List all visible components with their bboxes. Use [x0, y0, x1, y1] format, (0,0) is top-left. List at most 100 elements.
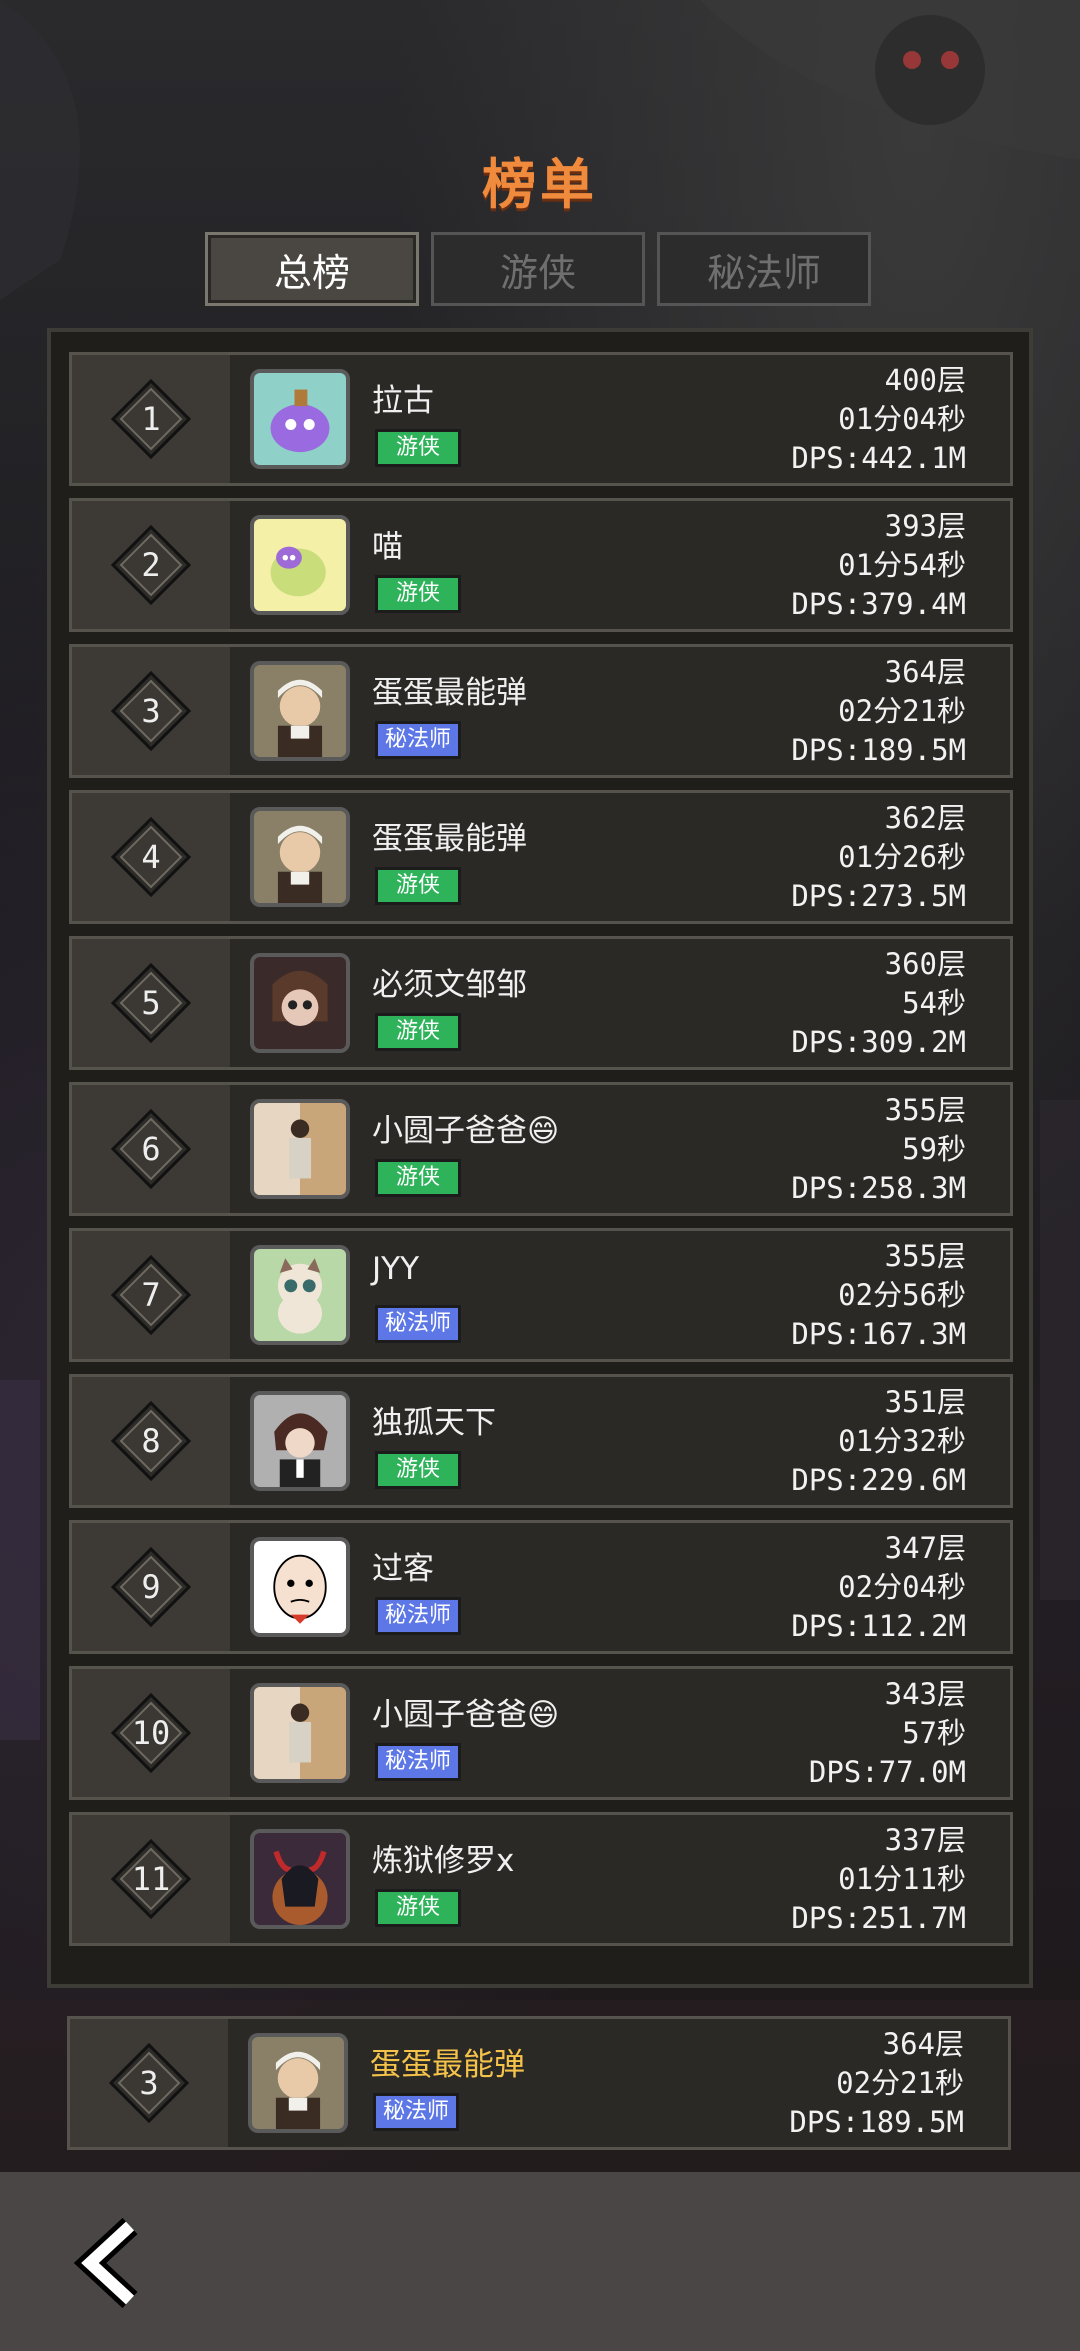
player-avatar[interactable]	[250, 515, 350, 615]
clear-time: 57秒	[902, 1716, 966, 1750]
clear-time: 02分56秒	[838, 1278, 966, 1312]
class-badge: 秘法师	[375, 1597, 461, 1635]
child-photo-avatar	[254, 1103, 346, 1195]
dps-value: DPS:442.1M	[791, 441, 966, 475]
back-button[interactable]	[72, 2217, 152, 2309]
floor-value: 393层	[884, 509, 966, 543]
player-avatar[interactable]	[250, 1245, 350, 1345]
leaderboard-tabs: 总榜 游侠 秘法师	[205, 232, 871, 306]
rank-cell: 9	[72, 1523, 230, 1651]
clear-time: 02分04秒	[838, 1570, 966, 1604]
baby-photo-avatar	[254, 811, 346, 903]
chevron-left-icon	[73, 2217, 138, 2309]
dps-value: DPS:189.5M	[791, 733, 966, 767]
rank-cell: 1	[72, 355, 230, 483]
rank-cell: 5	[72, 939, 230, 1067]
floor-value: 364层	[882, 2027, 964, 2061]
dps-value: DPS:189.5M	[789, 2105, 964, 2139]
player-stats: 400层 01分04秒 DPS:442.1M	[791, 361, 966, 478]
baby-photo-avatar	[254, 665, 346, 757]
player-avatar[interactable]	[250, 807, 350, 907]
player-avatar[interactable]	[250, 953, 350, 1053]
player-avatar[interactable]	[250, 1683, 350, 1783]
rank-diamond: 9	[110, 1546, 192, 1628]
rank-diamond: 3	[110, 670, 192, 752]
leaderboard-row[interactable]: 8 独孤天下 游侠 351层 01分32秒 DPS:229.6M	[69, 1374, 1013, 1508]
player-stats: 364层 02分21秒 DPS:189.5M	[791, 653, 966, 770]
player-avatar[interactable]	[250, 1099, 350, 1199]
player-avatar[interactable]	[250, 1391, 350, 1491]
player-stats: 355层 02分56秒 DPS:167.3M	[791, 1237, 966, 1354]
floor-value: 355层	[884, 1093, 966, 1127]
rank-number: 11	[131, 1860, 171, 1898]
leaderboard-row[interactable]: 9 过客秘法师 347层 02分04秒 DPS:112.2M	[69, 1520, 1013, 1654]
leaderboard-row[interactable]: 4 蛋蛋最能弹 游侠 362层 01分26秒 DPS:273.5M	[69, 790, 1013, 924]
leaderboard-row[interactable]: 2 喵游侠 393层 01分54秒 DPS:379.4M	[69, 498, 1013, 632]
class-badge: 游侠	[375, 1451, 461, 1489]
player-name: 喵	[372, 529, 403, 565]
player-name: 过客	[372, 1551, 434, 1587]
clear-time: 01分11秒	[838, 1862, 966, 1896]
dps-value: DPS:309.2M	[791, 1025, 966, 1059]
player-name: 蛋蛋最能弹	[370, 2047, 525, 2083]
player-avatar[interactable]	[248, 2033, 348, 2133]
player-stats: 347层 02分04秒 DPS:112.2M	[791, 1529, 966, 1646]
player-avatar[interactable]	[250, 661, 350, 761]
player-stats: 355层 59秒 DPS:258.3M	[791, 1091, 966, 1208]
leaderboard-row[interactable]: 3 蛋蛋最能弹 秘法师 364层 02分21秒 DPS:189.5M	[69, 644, 1013, 778]
dps-value: DPS:167.3M	[791, 1317, 966, 1351]
rank-cell: 3	[72, 647, 230, 775]
leaderboard-row[interactable]: 10 小圆子爸爸😄 秘法师 343层 57秒 DPS:77.0M	[69, 1666, 1013, 1800]
tab-overall[interactable]: 总榜	[205, 232, 419, 306]
leaderboard-row[interactable]: 11 炼狱修罗x 游侠 337层 01分11秒 DPS:251.7M	[69, 1812, 1013, 1946]
player-name: 拉古	[372, 383, 434, 419]
player-avatar[interactable]	[250, 369, 350, 469]
my-rank-entry[interactable]: 3 蛋蛋最能弹 秘法师 364层 02分21秒 DPS:189.5M	[67, 2016, 1011, 2150]
rank-diamond: 1	[110, 378, 192, 460]
player-stats: 343层 57秒 DPS:77.0M	[809, 1675, 966, 1792]
rank-cell: 11	[72, 1815, 230, 1943]
my-rank-row: 3 蛋蛋最能弹 秘法师 364层 02分21秒 DPS:189.5M	[67, 2016, 1011, 2162]
tab-ranger[interactable]: 游侠	[431, 232, 645, 306]
dps-value: DPS:251.7M	[791, 1901, 966, 1935]
floor-value: 400层	[884, 363, 966, 397]
floor-value: 364层	[884, 655, 966, 689]
rank-number: 10	[131, 1714, 171, 1752]
rank-number: 5	[141, 984, 161, 1022]
class-badge: 秘法师	[375, 1743, 461, 1781]
player-avatar[interactable]	[250, 1829, 350, 1929]
rank-diamond: 5	[110, 962, 192, 1044]
player-avatar[interactable]	[250, 1537, 350, 1637]
clear-time: 01分54秒	[838, 548, 966, 582]
rank-diamond: 3	[108, 2042, 190, 2124]
floor-value: 337层	[884, 1823, 966, 1857]
player-stats: 337层 01分11秒 DPS:251.7M	[791, 1821, 966, 1938]
class-badge: 游侠	[375, 867, 461, 905]
class-badge: 游侠	[375, 429, 461, 467]
floor-value: 355层	[884, 1239, 966, 1273]
rank-cell: 6	[72, 1085, 230, 1213]
rank-cell: 4	[72, 793, 230, 921]
player-stats: 364层 02分21秒 DPS:189.5M	[789, 2025, 964, 2142]
class-badge: 游侠	[375, 1159, 461, 1197]
floor-value: 343层	[884, 1677, 966, 1711]
rank-number: 4	[141, 838, 161, 876]
rank-number: 3	[141, 692, 161, 730]
rank-diamond: 2	[110, 524, 192, 606]
dps-value: DPS:379.4M	[791, 587, 966, 621]
bottom-bar	[0, 2172, 1080, 2351]
tab-mage[interactable]: 秘法师	[657, 232, 871, 306]
rank-cell: 7	[72, 1231, 230, 1359]
floor-value: 362层	[884, 801, 966, 835]
leaderboard-panel[interactable]: 1 拉古 游侠 400层 01分04秒 DPS:442.1M 2 喵游侠 393层 01分54秒 D…	[47, 328, 1033, 1988]
clear-time: 01分26秒	[838, 840, 966, 874]
class-badge: 游侠	[375, 1889, 461, 1927]
rank-diamond: 7	[110, 1254, 192, 1336]
leaderboard-row[interactable]: 5 必须文邹邹 游侠 360层 54秒 DPS:309.2M	[69, 936, 1013, 1070]
leaderboard-row[interactable]: 1 拉古游侠 400层 01分04秒 DPS:442.1M	[69, 352, 1013, 486]
clear-time: 01分04秒	[838, 402, 966, 436]
yellow-slime-avatar	[254, 519, 346, 611]
dps-value: DPS:273.5M	[791, 879, 966, 913]
leaderboard-row[interactable]: 7 JYY 秘法师 355层 02分56秒 DPS:167.3M	[69, 1228, 1013, 1362]
leaderboard-row[interactable]: 6 小圆子爸爸😄 游侠 355层 59秒 DPS:258.3M	[69, 1082, 1013, 1216]
